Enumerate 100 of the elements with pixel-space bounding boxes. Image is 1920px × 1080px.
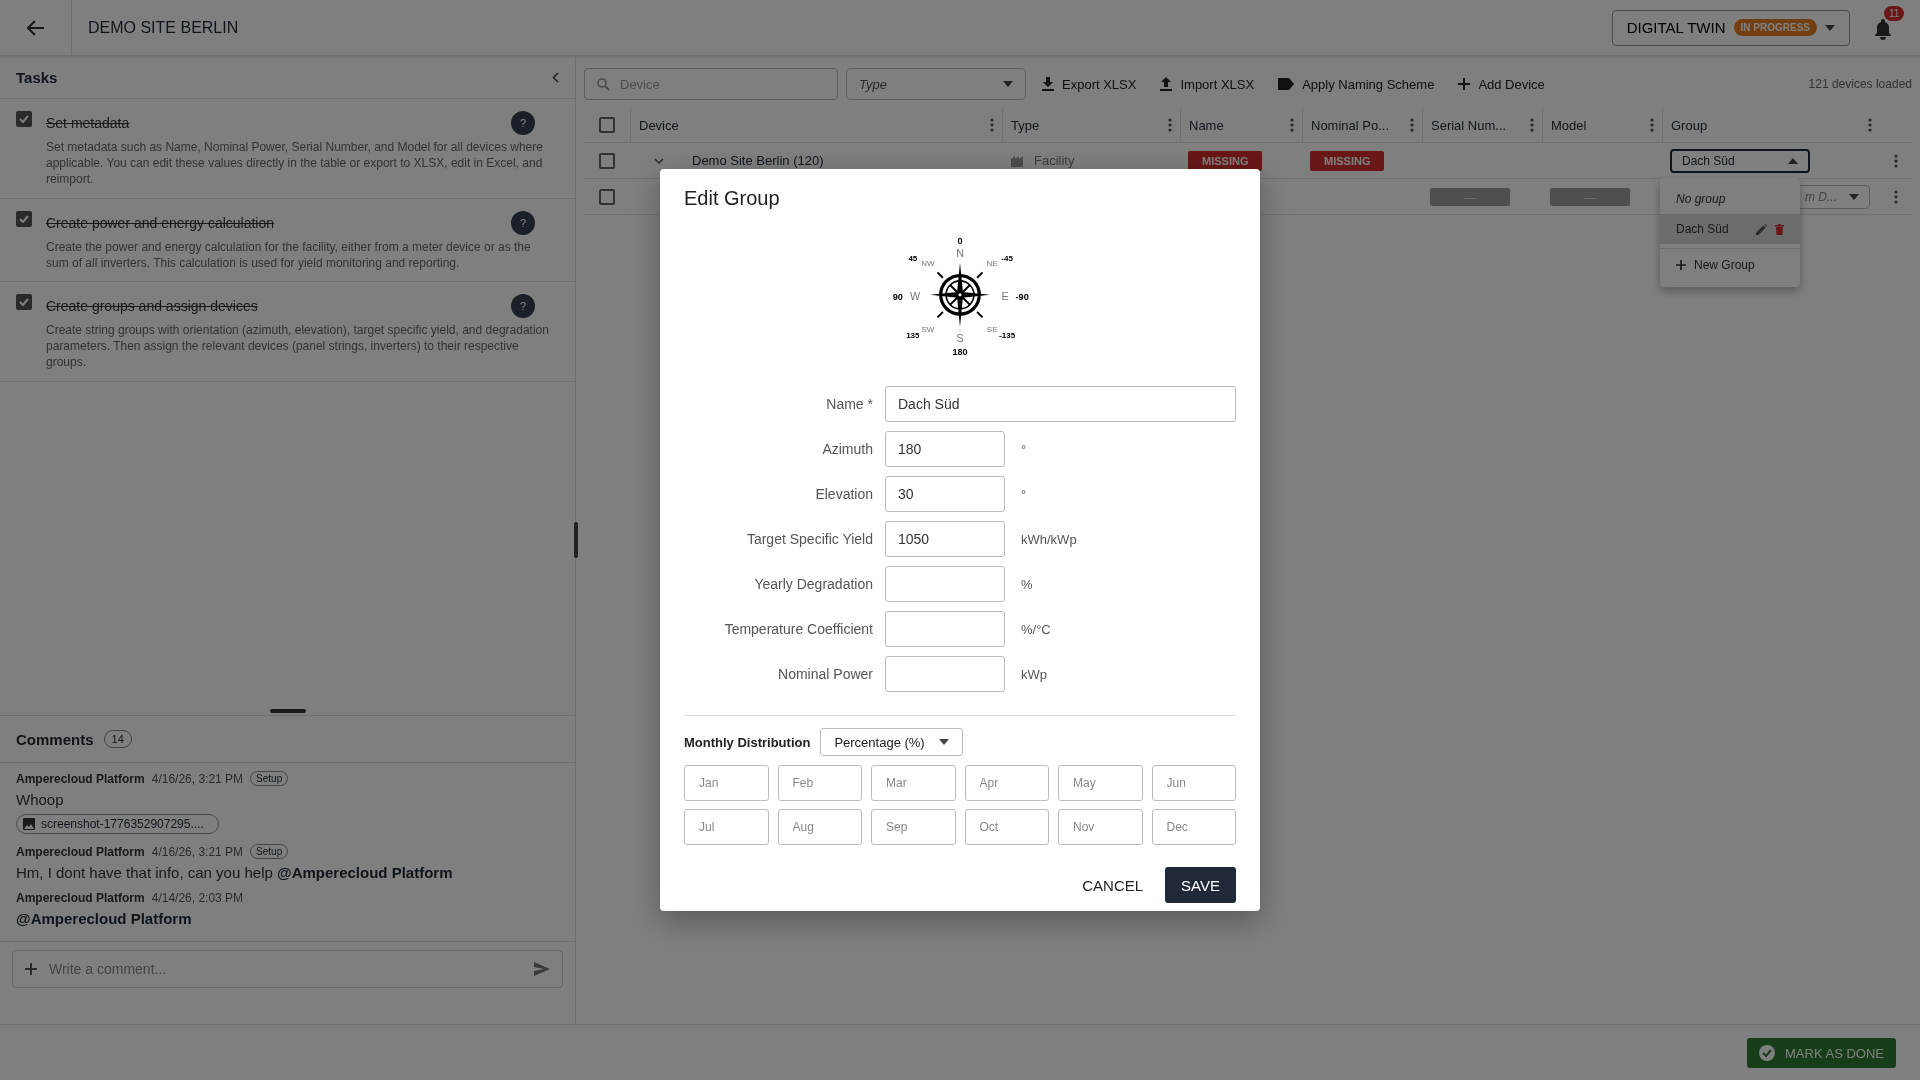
more-icon[interactable] [1290, 118, 1294, 132]
column-header[interactable]: Type [1011, 117, 1040, 133]
checkbox[interactable] [16, 293, 32, 310]
help-button[interactable]: ? [511, 111, 535, 135]
download-icon [1042, 77, 1054, 91]
comments-heading: Comments [16, 730, 94, 748]
month-field[interactable]: Jun [1151, 765, 1236, 801]
row-checkbox[interactable] [599, 188, 615, 205]
type-filter[interactable]: Type [846, 68, 1026, 100]
compass-degrees: -90 [1015, 292, 1029, 303]
toolbar-button[interactable]: Apply Naming Scheme [1270, 76, 1443, 92]
cancel-button[interactable]: CANCEL [1074, 867, 1152, 903]
task-description: Set metadata such as Name, Nominal Power, Serial Number, and Model for all devices where applicable. You can edit these values directly in the table or export to XLSX, edit in Excel, and reimport. [46, 139, 544, 188]
unit-label: kWp [1021, 666, 1047, 682]
column-header[interactable]: Model [1551, 117, 1587, 133]
month-field[interactable]: Oct [964, 809, 1049, 845]
more-icon[interactable] [1168, 118, 1172, 132]
edit-icon[interactable] [1756, 223, 1767, 235]
month-field[interactable]: Feb [777, 765, 862, 801]
checkbox[interactable] [16, 210, 32, 227]
compass-degrees: 0 [957, 236, 963, 247]
month-field[interactable]: Dec [1151, 809, 1236, 845]
month-field[interactable]: May [1058, 765, 1143, 801]
expand-icon[interactable] [654, 157, 664, 164]
input-field[interactable]: Dach Süd [885, 386, 1236, 422]
digital-twin-button[interactable]: DIGITAL TWIN IN PROGRESS [1611, 9, 1850, 46]
more-icon[interactable] [990, 118, 994, 132]
mode-select[interactable]: Percentage (%) [820, 728, 963, 756]
device-name: Demo Site Berlin (120) [692, 153, 824, 168]
month-field[interactable]: Mar [871, 765, 956, 801]
comment-time: 4/16/26, 3:21 PM [151, 771, 244, 786]
column-header[interactable]: Serial Num... [1431, 117, 1507, 133]
column-header[interactable]: Name [1189, 117, 1224, 133]
input-field[interactable] [885, 611, 1005, 647]
month-field[interactable]: Jan [684, 765, 769, 801]
building-icon [1010, 153, 1024, 168]
resize-handle[interactable] [269, 709, 306, 713]
caret-icon [1825, 24, 1835, 31]
input-field[interactable] [885, 566, 1005, 602]
month-field[interactable]: Apr [964, 765, 1049, 801]
plus-icon [1676, 260, 1686, 270]
check-icon [19, 115, 29, 123]
input-field[interactable]: 30 [885, 476, 1005, 512]
toolbar-button[interactable]: Import XLSX [1152, 76, 1263, 92]
month-field[interactable]: Aug [777, 809, 862, 845]
compass-direction: S [956, 332, 964, 344]
group-select[interactable]: Dach Süd [1670, 148, 1810, 173]
menu-item[interactable]: New Group [1660, 248, 1800, 281]
input-field[interactable]: 1050 [885, 521, 1005, 557]
compass-degrees: 90 [892, 292, 903, 303]
menu-item[interactable]: Dach Süd [1660, 214, 1800, 244]
checkbox[interactable] [16, 111, 32, 127]
field-label: Target Specific Yield [745, 531, 874, 547]
comment-field[interactable]: Write a comment... [12, 950, 563, 988]
toolbar-button[interactable]: Export XLSX [1034, 76, 1145, 92]
devices-status: 121 devices loaded [1808, 77, 1912, 91]
task-description: Create string groups with orientation (azimuth, elevation), target specific yield, and degradation parameters. Then assign the relevant devices (panel strings, inverters) to their respective groups. [46, 321, 550, 371]
compass-direction: E [1001, 290, 1009, 303]
resize-handle[interactable] [574, 522, 578, 558]
input-field[interactable] [885, 656, 1005, 692]
section-label: Monthly Distribution [684, 734, 811, 750]
select-all-checkbox[interactable] [599, 117, 615, 133]
unit-label: ° [1021, 441, 1027, 457]
field-label: Temperature Coefficient [723, 621, 874, 637]
column-header[interactable]: Device [639, 117, 679, 133]
field-label: Name * [825, 396, 874, 412]
field-label: Azimuth [821, 441, 874, 457]
comment-time: 4/16/26, 3:21 PM [151, 844, 244, 859]
compass-degrees: 180 [952, 346, 968, 357]
dialog-title: Edit Group [684, 187, 781, 210]
more-icon[interactable] [1894, 153, 1898, 168]
column-header[interactable]: Nominal Po... [1311, 117, 1390, 133]
send-icon[interactable] [534, 962, 550, 976]
collapse-icon[interactable] [552, 71, 559, 83]
input-field[interactable]: 180 [885, 431, 1005, 467]
month-field[interactable]: Nov [1058, 809, 1143, 845]
bell-icon[interactable] [1874, 17, 1892, 40]
help-button[interactable]: ? [511, 293, 535, 318]
more-icon[interactable] [1650, 118, 1654, 132]
comment-author: Amperecloud Platform [16, 844, 145, 859]
help-button[interactable]: ? [511, 210, 535, 235]
caret-icon [1788, 157, 1798, 164]
device-type: Facility [1034, 153, 1075, 168]
month-field[interactable]: Sep [871, 809, 956, 845]
row-checkbox[interactable] [599, 152, 615, 169]
comment-author: Amperecloud Platform [16, 771, 145, 786]
more-icon[interactable] [1868, 118, 1872, 132]
more-icon[interactable] [1410, 118, 1414, 132]
unit-label: ° [1021, 486, 1027, 502]
menu-item[interactable]: No group [1660, 184, 1800, 214]
check-icon [19, 214, 29, 223]
save-button[interactable]: SAVE [1165, 867, 1236, 903]
mark-as-done-button[interactable]: MARK AS DONE [1747, 1038, 1896, 1068]
toolbar-button[interactable]: Add Device [1450, 76, 1553, 92]
delete-icon[interactable] [1775, 223, 1784, 235]
column-header[interactable]: Group [1671, 117, 1708, 133]
month-field[interactable]: Jul [684, 809, 769, 845]
more-icon[interactable] [1530, 118, 1534, 132]
more-icon[interactable] [1894, 189, 1898, 204]
task-description: Create the power and energy calculation for the facility, either from a meter device or as the sum of all inverters. This calculation is used for yield monitoring and reporting. [46, 238, 532, 271]
